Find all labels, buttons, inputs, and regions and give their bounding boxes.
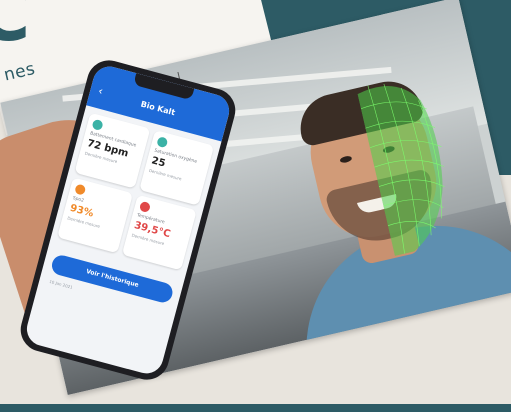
teal-bottom-bar	[0, 404, 511, 412]
card-spo2[interactable]: Spo2 93% Dernière mesure	[57, 177, 133, 254]
card-temperature[interactable]: Température 39,5°C Dernière mesure	[121, 194, 197, 271]
heart-icon	[91, 118, 104, 132]
drop-icon	[155, 135, 168, 149]
headline-fragment: C	[0, 0, 31, 58]
thermometer-icon	[138, 200, 151, 213]
lungs-icon	[74, 183, 87, 196]
card-heart-rate[interactable]: Battement cardiaque 72 bpm Dernière mesu…	[74, 112, 150, 189]
card-oxygen[interactable]: Saturation oxygène 25 Dernière mesure	[138, 129, 215, 206]
